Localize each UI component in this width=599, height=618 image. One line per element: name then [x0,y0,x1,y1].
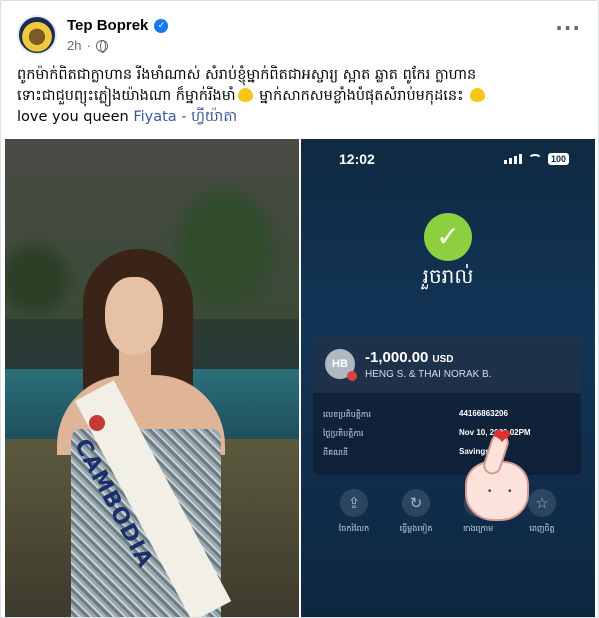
heart-hand-sticker: ❤ • • [459,425,535,525]
palm-tree [5,229,85,329]
globe-icon [95,39,108,53]
post-caption: ពូកម៉ាក់ពិតជាក្លាហាន រីងមាំណាស់ សំរាប់ខ្… [17,65,587,128]
caption-line-3: love you queen Fiyata - ហ្វីយ៉ាតា [17,109,238,125]
person-face [105,277,163,355]
repeat-button[interactable]: ↻ ធ្វើម្តងទៀត [391,489,441,535]
transaction-amount: -1,000.00 USD [365,349,454,366]
status-time: 12:02 [339,151,375,167]
post-meta: 2h · [67,38,108,53]
success-text: រួចរាល់ [422,264,474,288]
success-check-icon: ✓ [424,213,472,261]
wifi-icon [527,154,542,164]
share-button[interactable]: ⇪ ចែករំលែក [329,489,379,535]
repeat-icon: ↻ [402,489,430,517]
battery-icon: 100 [547,153,569,165]
facebook-post-card: Tep Boprek ✓ 2h · ··· ពូកម៉ាក់ពិតជាក្លាហ… [0,0,599,618]
post-time[interactable]: 2h [67,38,81,53]
post-photo-left[interactable]: CAMBODIA [5,139,299,617]
sash-badge-icon [89,415,105,431]
recipient-names: HENG S. & THAI NORAK B. [365,369,492,380]
share-icon: ⇪ [340,489,368,517]
caption-line-1: ពូកម៉ាក់ពិតជាក្លាហាន រីងមាំណាស់ សំរាប់ខ្… [17,67,477,83]
transaction-card: HB -1,000.00 USD HENG S. & THAI NORAK B. … [313,335,581,475]
post-header: Tep Boprek ✓ 2h · ··· [17,13,587,59]
post-photo-right[interactable]: 12:02 100 ✓ រួចរាល់ HB -1,000.00 USD HENG… [301,139,595,617]
more-options-icon[interactable]: ··· [555,18,581,38]
yellow-heart-icon [470,88,486,102]
status-icons: 100 [503,153,569,165]
author-row: Tep Boprek ✓ [67,17,169,34]
author-name[interactable]: Tep Boprek [67,17,148,34]
verified-badge-icon: ✓ [154,18,169,33]
transaction-actions: ⇪ ចែករំលែក ↻ ធ្វើម្តងទៀត ⤓ ខាងក្រោម ☆ ពេ… [301,489,595,549]
signal-icon [503,154,522,164]
red-heart-icon: ❤ [493,425,512,450]
yellow-heart-icon [237,88,253,102]
bank-logo-icon [347,371,357,381]
caption-line-2: ទោះជាជួបព្យុះភ្លៀងយ៉ាងណា ក៏ម្នាក់រីងមាំ … [17,86,587,107]
author-avatar[interactable] [17,15,57,55]
mention-link[interactable]: Fiyata - ហ្វីយ៉ាតា [133,109,237,125]
